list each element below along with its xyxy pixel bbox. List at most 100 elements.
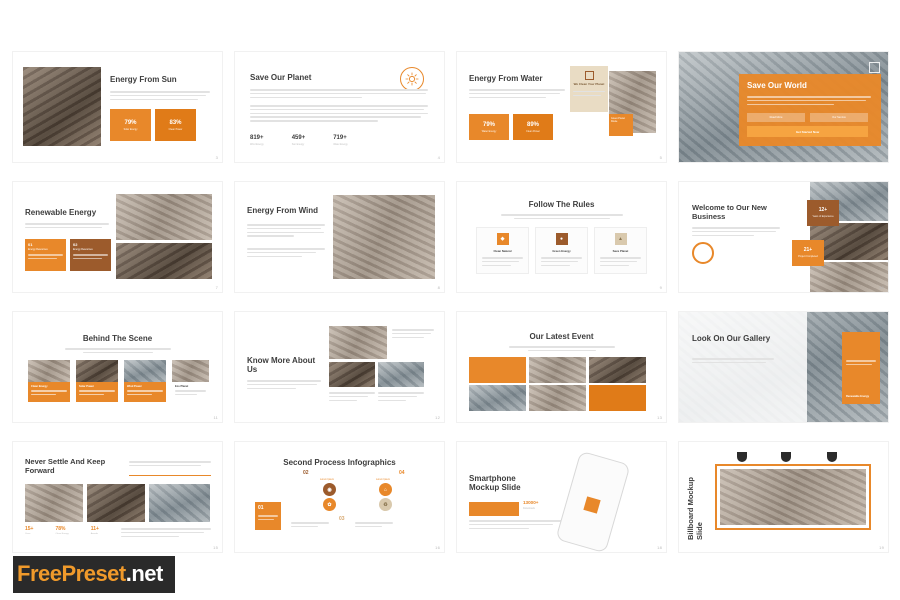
slide-thumbnail-18[interactable]: Smartphone Mockup Slide 13000+ Downloads…: [457, 442, 666, 552]
slide-photo: [25, 484, 83, 522]
slide-body-text-2: [247, 248, 325, 259]
slide-thumbnail-10[interactable]: Welcome to Our New Business 12+ Years of…: [679, 182, 888, 292]
slide-body-text: [692, 358, 774, 366]
slide-number: 10: [879, 285, 884, 290]
slide-body-text: [129, 461, 211, 469]
feature-label: Energy Resources: [73, 248, 93, 251]
rule-card[interactable]: ● Green Energy: [535, 227, 588, 274]
slide-thumbnail-5[interactable]: Energy From Water We Clean Your Planet G…: [457, 52, 666, 162]
event-photo[interactable]: [589, 357, 646, 383]
slide-number: 13: [657, 415, 662, 420]
stat-item: 459+ Sun Energy: [292, 135, 306, 146]
stat-item: 819+ Wind Energy: [250, 135, 264, 146]
sidebar-tag: Green Power Route: [609, 114, 633, 136]
stat-label: Clean Power: [526, 129, 540, 133]
slide-title: Renewable Energy: [25, 208, 97, 217]
slide-thumbnail-8[interactable]: Energy From Wind 8: [235, 182, 444, 292]
slide-photo-3: [378, 362, 424, 387]
stat-label: Years of Experience: [812, 215, 834, 218]
billboard-lamp-icon: [827, 452, 837, 462]
slide-thumbnail-9[interactable]: Follow The Rules ◆ Clean Natural ● Green…: [457, 182, 666, 292]
stat-item: 11+ Awards: [91, 526, 99, 535]
slide-thumbnail-11[interactable]: Behind The Scene Clean Energy Solar Powe…: [13, 312, 222, 422]
billboard-lamp-icon: [737, 452, 747, 462]
team-card[interactable]: Clean Energy: [28, 360, 70, 402]
slide-title: Behind The Scene: [82, 334, 153, 343]
slide-title: Energy From Water: [469, 74, 543, 83]
slide-gallery-page: Energy From Sun 79% Solar Energy 83% Cle…: [0, 0, 900, 600]
slide-thumbnail-12[interactable]: Know More About Us 12: [235, 312, 444, 422]
slide-thumbnail-19[interactable]: Billboard Mockup Slide 19: [679, 442, 888, 552]
team-label: Solar Power: [79, 385, 94, 388]
slide-title: Smartphone Mockup Slide: [469, 474, 521, 493]
team-card[interactable]: Eco Planet: [172, 360, 209, 402]
rule-card[interactable]: ◆ Clean Natural: [476, 227, 529, 274]
slide-grid: Energy From Sun 79% Solar Energy 83% Cle…: [13, 52, 888, 552]
step-caption: Lorem Ipsum: [376, 478, 390, 481]
stat-value: 719+: [333, 135, 347, 141]
read-more-button[interactable]: Read More: [747, 113, 805, 122]
slide-thumbnail-14[interactable]: Look On Our Gallery Renewable Energy 14: [679, 312, 888, 422]
slide-number: 11: [213, 415, 218, 420]
stat-value: 78%: [55, 526, 66, 532]
slide-thumbnail-3[interactable]: Energy From Sun 79% Solar Energy 83% Cle…: [13, 52, 222, 162]
slide-thumbnail-4[interactable]: Save Our Planet 819+ Wind Energy 459+ Su…: [235, 52, 444, 162]
rule-label: Green Energy: [552, 249, 571, 253]
slide-body-text: [692, 227, 780, 238]
leaf-icon: ✿: [323, 498, 336, 511]
team-card[interactable]: Wind Power: [124, 360, 166, 402]
get-started-button[interactable]: Get Started Now: [747, 126, 868, 137]
globe-icon: ◉: [323, 483, 336, 496]
slide-thumbnail-6[interactable]: Save Our World Read More Our Service Get…: [679, 52, 888, 162]
slide-body-text: [247, 224, 325, 239]
leaf-icon: [869, 62, 880, 73]
team-photo: [76, 360, 118, 382]
stat-value: 12+: [818, 207, 828, 213]
stat-label: Years: [25, 533, 31, 535]
stat-item: 78% Clean Energy: [55, 526, 68, 535]
slide-number: 8: [437, 285, 440, 290]
stat-value: 21+: [803, 247, 813, 253]
stat-label: Clean Energy: [55, 533, 69, 535]
slide-title: Our Latest Event: [529, 332, 594, 341]
event-photo[interactable]: [469, 357, 526, 383]
slide-photo-2: [329, 362, 375, 387]
stat-label: Awards: [90, 533, 99, 535]
billboard-lamp-icon: [781, 452, 791, 462]
slide-thumbnail-15[interactable]: Never Settle And Keep Forward 15+ Years …: [13, 442, 222, 552]
stat-value: 89%: [526, 121, 539, 128]
slide-title: Save Our Planet: [250, 73, 312, 82]
event-photo[interactable]: [529, 385, 586, 411]
team-photo: [28, 360, 70, 382]
rule-card[interactable]: ▲ Save Planet: [594, 227, 647, 274]
slide-thumbnail-16[interactable]: Second Process Infographics ◉ ⌂ Lorem Ip…: [235, 442, 444, 552]
panel-label: Renewable Energy: [846, 395, 870, 398]
stat-value: 79%: [482, 121, 495, 128]
overlay-white: [679, 312, 807, 422]
event-photo[interactable]: [589, 385, 646, 411]
slide-number: 15: [213, 545, 218, 550]
stat-card: 21+ Project Completed: [792, 240, 824, 266]
slide-thumbnail-7[interactable]: Renewable Energy 01 Energy Resources 02 …: [13, 182, 222, 292]
stat-label: Wind Energy: [250, 143, 264, 146]
event-photo[interactable]: [469, 385, 526, 411]
slide-title: Never Settle And Keep Forward: [25, 457, 106, 475]
photo-caption: [392, 329, 434, 340]
stat-row: 819+ Wind Energy 459+ Sun Energy 719+ Wa…: [250, 135, 428, 146]
stat-value: 79%: [124, 119, 137, 126]
slide-thumbnail-13[interactable]: Our Latest Event 13: [457, 312, 666, 422]
step-index: 03: [339, 516, 345, 522]
event-photo[interactable]: [529, 357, 586, 383]
feature-card: 01 Energy Resources: [25, 239, 66, 271]
stat-row: 15+ Years 78% Clean Energy 11+ Awards: [25, 526, 99, 535]
our-service-button[interactable]: Our Service: [810, 113, 868, 122]
slide-number: 16: [435, 545, 440, 550]
slide-body-text: [25, 223, 109, 231]
stat-card: 83% Clean Power: [155, 109, 196, 141]
step-card: 01: [255, 502, 281, 530]
slide-body-text: [250, 89, 428, 100]
slide-photo: [333, 195, 435, 279]
slide-title: Billboard Mockup Slide: [686, 477, 704, 540]
stat-value: 15+: [25, 526, 34, 532]
team-card[interactable]: Solar Power: [76, 360, 118, 402]
